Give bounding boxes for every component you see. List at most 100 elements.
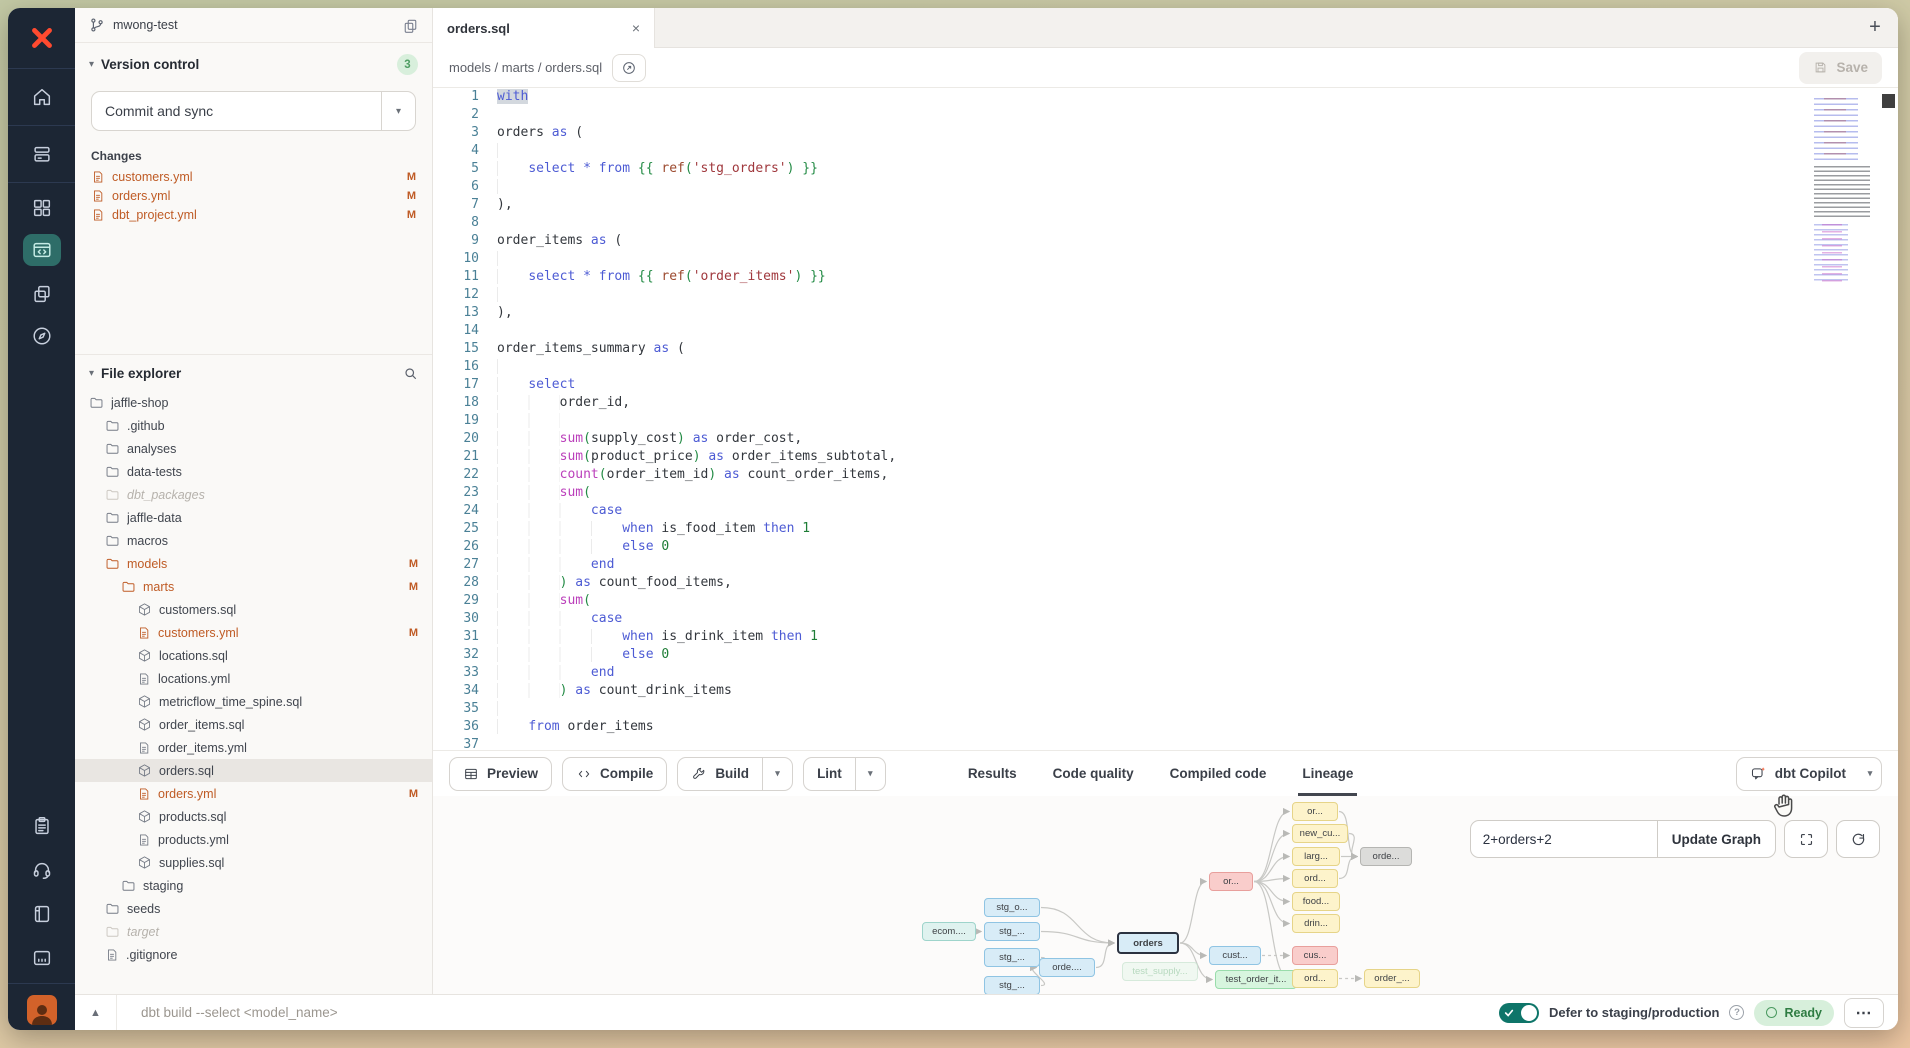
code-line-16[interactable]: 16 [433,358,1898,376]
dbt-logo[interactable] [8,8,75,68]
tree-item-customers.sql[interactable]: customers.sql [75,598,432,621]
tab-compiled-code[interactable]: Compiled code [1170,751,1267,796]
change-item-dbt_project.yml[interactable]: dbt_project.ymlM [75,205,432,224]
more-options-button[interactable]: ⋯ [1844,998,1884,1028]
lineage-node-ghost[interactable]: test_supply... [1122,962,1198,981]
code-line-11[interactable]: 11 select * from {{ ref('order_items') }… [433,268,1898,286]
tree-item-order_items.sql[interactable]: order_items.sql [75,713,432,736]
code-line-30[interactable]: 30 case [433,610,1898,628]
tab-orders-sql[interactable]: orders.sql × [433,8,655,48]
tree-item-seeds[interactable]: seeds [75,897,432,920]
lineage-node-stg4[interactable]: stg_... [984,976,1040,994]
tree-item-.github[interactable]: .github [75,414,432,437]
code-line-22[interactable]: 22 count(order_item_id) as count_order_i… [433,466,1898,484]
projects-icon[interactable] [8,274,75,314]
lineage-node-y5[interactable]: food... [1292,892,1340,911]
tab-lineage[interactable]: Lineage [1302,751,1353,796]
code-line-26[interactable]: 26 else 0 [433,538,1898,556]
code-line-32[interactable]: 32 else 0 [433,646,1898,664]
lineage-node-ord1[interactable]: orde.... [1039,958,1095,977]
help-icon[interactable]: ? [1729,1005,1744,1020]
code-line-17[interactable]: 17 select [433,376,1898,394]
defer-toggle[interactable] [1499,1003,1539,1023]
lineage-selector-input[interactable]: 2+orders+2 [1471,821,1657,857]
home-icon[interactable] [8,69,75,125]
lineage-node-stg1[interactable]: stg_o... [984,898,1040,917]
lineage-node-cust[interactable]: cust... [1209,946,1261,965]
support-headset-icon[interactable] [8,850,75,890]
code-line-8[interactable]: 8 [433,214,1898,232]
code-line-37[interactable]: 37 [433,736,1898,750]
copilot-chevron[interactable]: ▾ [1859,758,1881,790]
tree-item-locations.sql[interactable]: locations.sql [75,644,432,667]
tree-item-data-tests[interactable]: data-tests [75,460,432,483]
lineage-node-y1[interactable]: or... [1292,802,1338,821]
code-line-18[interactable]: 18 order_id, [433,394,1898,412]
code-line-15[interactable]: 15order_items_summary as ( [433,340,1898,358]
develop-code-icon[interactable] [8,230,75,270]
build-options-chevron[interactable]: ▾ [762,758,792,790]
tree-item-locations.yml[interactable]: locations.yml [75,667,432,690]
copy-icon[interactable] [403,18,418,33]
code-line-29[interactable]: 29 sum( [433,592,1898,610]
compile-button[interactable]: Compile [562,757,667,791]
tree-item-customers.yml[interactable]: customers.ymlM [75,621,432,644]
lineage-node-ecom[interactable]: ecom.... [922,922,976,941]
change-item-orders.yml[interactable]: orders.ymlM [75,186,432,205]
chevron-up-icon[interactable]: ▲ [75,995,117,1030]
tree-item-marts[interactable]: martsM [75,575,432,598]
code-line-20[interactable]: 20 sum(supply_cost) as order_cost, [433,430,1898,448]
code-line-5[interactable]: 5 select * from {{ ref('stg_orders') }} [433,160,1898,178]
tree-item-macros[interactable]: macros [75,529,432,552]
code-line-31[interactable]: 31 when is_drink_item then 1 [433,628,1898,646]
commit-and-sync-button[interactable]: Commit and sync ▾ [91,91,416,131]
lineage-node-cusp[interactable]: cus... [1292,946,1338,965]
editor-scrollbar-thumb[interactable] [1882,94,1895,108]
lint-button[interactable]: Lint ▾ [803,757,886,791]
code-line-14[interactable]: 14 [433,322,1898,340]
branch-row[interactable]: mwong-test [75,8,432,42]
tree-item-target[interactable]: target [75,920,432,943]
tree-item-jaffle-shop[interactable]: jaffle-shop [75,391,432,414]
tree-item-supplies.sql[interactable]: supplies.sql [75,851,432,874]
lineage-node-y7[interactable]: ord... [1292,969,1338,988]
lineage-node-y3[interactable]: larg... [1292,847,1340,866]
lineage-node-gray1[interactable]: orde... [1360,847,1412,866]
build-button[interactable]: Build ▾ [677,757,793,791]
lineage-node-orders[interactable]: orders [1117,932,1179,954]
add-tab-button[interactable]: + [1852,8,1898,47]
lineage-node-y4[interactable]: ord... [1292,869,1338,888]
tree-item-staging[interactable]: staging [75,874,432,897]
tree-item-.gitignore[interactable]: .gitignore [75,943,432,966]
clipboard-icon[interactable] [8,806,75,846]
command-input[interactable]: dbt build --select <model_name> [141,1005,1499,1020]
code-editor[interactable]: 1with23orders as (4 5 select * from {{ r… [433,88,1898,750]
lineage-node-stg2[interactable]: stg_... [984,922,1040,941]
lineage-node-testoi[interactable]: test_order_it... [1215,970,1297,989]
lineage-node-stg3[interactable]: stg_... [984,948,1040,967]
code-line-34[interactable]: 34 ) as count_drink_items [433,682,1898,700]
tree-item-metricflow_time_spine.sql[interactable]: metricflow_time_spine.sql [75,690,432,713]
code-line-27[interactable]: 27 end [433,556,1898,574]
tree-item-models[interactable]: modelsM [75,552,432,575]
close-icon[interactable]: × [632,20,640,36]
version-control-header[interactable]: ▾ Version control 3 [75,43,432,83]
code-line-3[interactable]: 3orders as ( [433,124,1898,142]
search-icon[interactable] [403,366,418,381]
code-line-9[interactable]: 9order_items as ( [433,232,1898,250]
code-line-19[interactable]: 19 [433,412,1898,430]
code-line-24[interactable]: 24 case [433,502,1898,520]
tree-item-products.sql[interactable]: products.sql [75,805,432,828]
commit-and-sync-label[interactable]: Commit and sync [92,92,381,130]
tree-item-order_items.yml[interactable]: order_items.yml [75,736,432,759]
lineage-panel[interactable]: ecom....stg_o...stg_...stg_...stg_...ord… [433,796,1898,994]
code-line-35[interactable]: 35 [433,700,1898,718]
tree-item-jaffle-data[interactable]: jaffle-data [75,506,432,529]
dashboard-grid-icon[interactable] [8,188,75,228]
tree-item-products.yml[interactable]: products.yml [75,828,432,851]
tree-item-analyses[interactable]: analyses [75,437,432,460]
lineage-node-y2[interactable]: new_cu... [1292,824,1348,843]
code-line-1[interactable]: 1with [433,88,1898,106]
lineage-compass-button[interactable] [612,54,646,82]
lineage-node-orp[interactable]: or... [1209,872,1253,891]
